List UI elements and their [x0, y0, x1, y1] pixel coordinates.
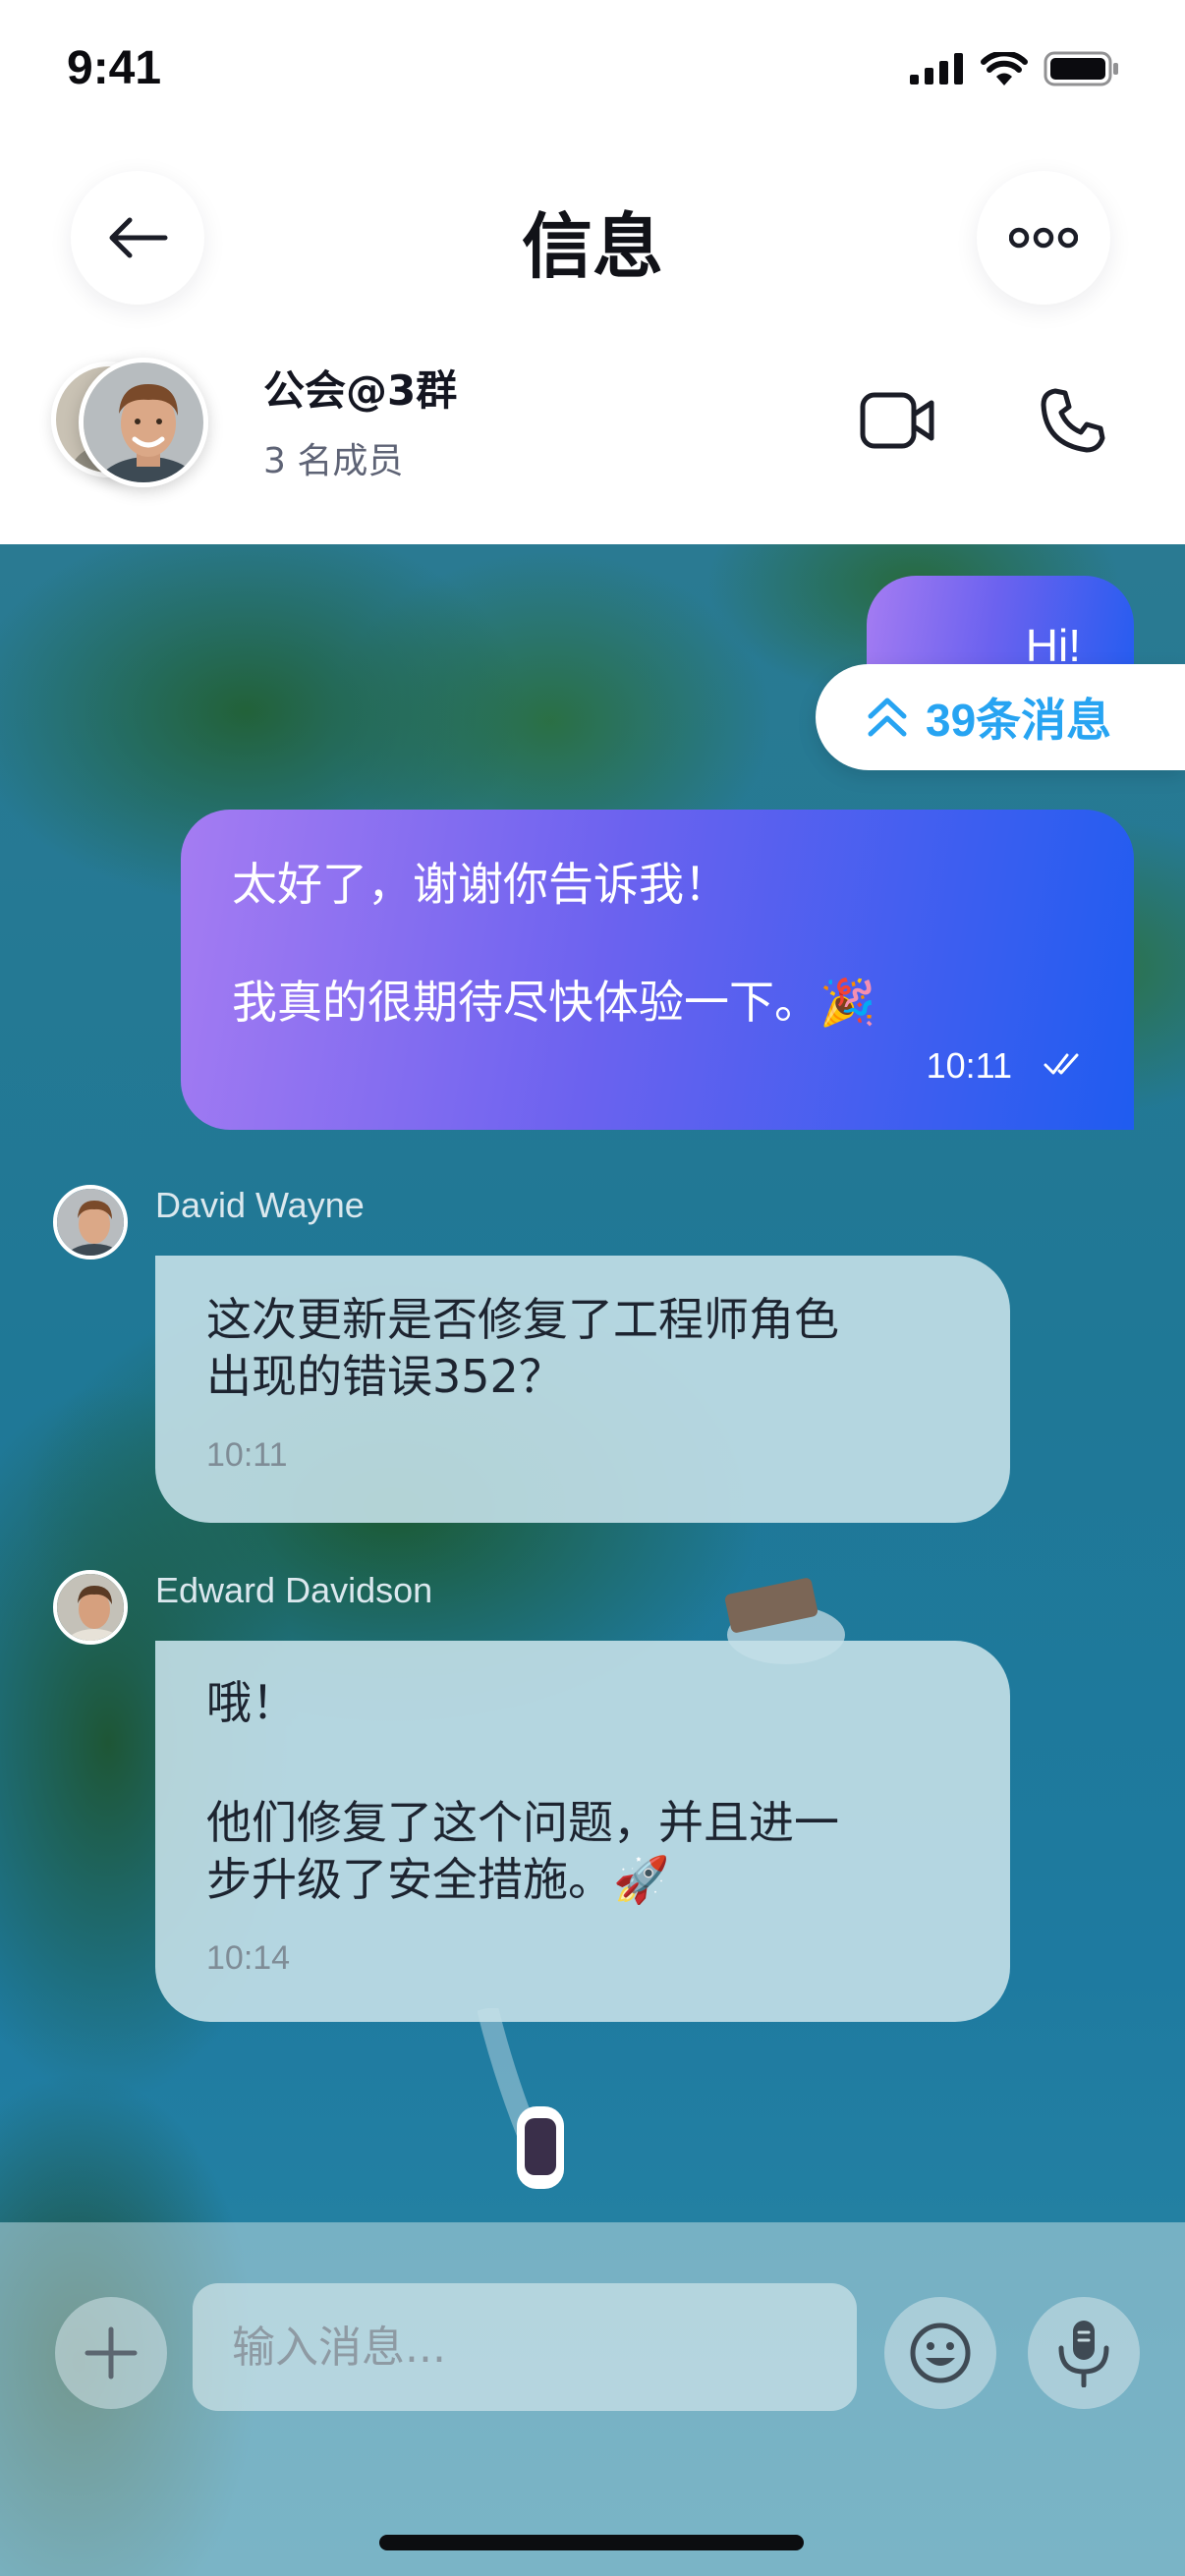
plus-icon [85, 2326, 138, 2380]
status-bar: 9:41 [0, 0, 1185, 138]
add-attachment-button[interactable] [55, 2297, 167, 2409]
new-messages-button[interactable]: 39条消息 [816, 664, 1185, 770]
message-text: 这次更新是否修复了工程师角色 [206, 1293, 839, 1346]
voice-message-button[interactable] [1028, 2297, 1140, 2409]
battery-icon [1044, 51, 1118, 86]
phone-icon [1041, 388, 1105, 453]
double-chevron-up-icon [868, 698, 907, 737]
video-call-button[interactable] [857, 381, 939, 460]
wifi-icon [981, 52, 1028, 85]
video-camera-icon [860, 392, 934, 449]
sender-name: Edward Davidson [155, 1570, 433, 1610]
more-button[interactable] [977, 171, 1110, 305]
avatar[interactable] [53, 1185, 128, 1260]
signal-icon [910, 53, 963, 84]
boat-icon [478, 2008, 564, 2189]
voice-call-button[interactable] [1032, 379, 1114, 462]
message-bubble-incoming[interactable]: 这次更新是否修复了工程师角色 出现的错误352？ 10:11 [155, 1256, 1010, 1523]
more-dots-icon [1009, 227, 1078, 249]
status-time: 9:41 [67, 42, 162, 94]
sender-name: David Wayne [155, 1185, 365, 1225]
message-text: 我真的很期待尽快体验一下。🎉 [232, 976, 876, 1029]
message-text: 步升级了安全措施。🚀 [206, 1853, 670, 1906]
member-count: 3 名成员 [263, 441, 404, 481]
message-time: 10:11 [926, 1045, 1012, 1086]
new-messages-label: 39条消息 [926, 695, 1112, 746]
message-input[interactable] [193, 2283, 857, 2411]
status-icons [910, 51, 1120, 86]
message-text: 太好了，谢谢你告诉我！ [232, 858, 729, 911]
emoji-button[interactable] [884, 2297, 996, 2409]
double-check-icon [1044, 1053, 1079, 1075]
microphone-icon [1058, 2321, 1109, 2387]
avatar[interactable] [53, 1570, 128, 1645]
smile-icon [910, 2323, 971, 2383]
message-composer [0, 2222, 1185, 2576]
message-text: 他们修复了这个问题，并且进一 [206, 1796, 839, 1849]
group-name: 公会@3群 [263, 366, 458, 415]
home-indicator[interactable] [379, 2535, 804, 2550]
message-time: 10:11 [206, 1436, 288, 1474]
member-avatar [79, 358, 208, 487]
message-time: 10:14 [206, 1939, 291, 1977]
group-avatar[interactable] [51, 358, 218, 487]
message-bubble-outgoing[interactable]: 太好了，谢谢你告诉我！ 我真的很期待尽快体验一下。🎉 10:11 [181, 810, 1134, 1130]
message-text: 哦！ [206, 1676, 297, 1729]
message-text: 出现的错误352？ [206, 1350, 564, 1403]
message-bubble-incoming[interactable]: 哦！ 他们修复了这个问题，并且进一 步升级了安全措施。🚀 10:14 [155, 1641, 1010, 2022]
